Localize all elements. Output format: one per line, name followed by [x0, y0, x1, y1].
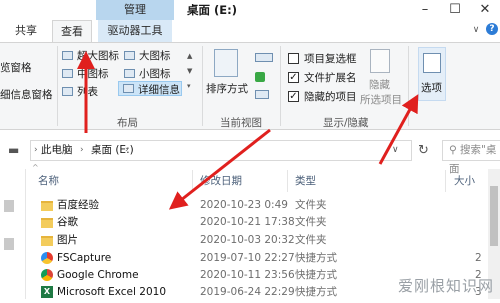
- help-icon[interactable]: ?: [486, 23, 498, 35]
- watermark: 爱刚根知识网: [397, 277, 494, 295]
- add-columns-icon[interactable]: [255, 72, 265, 82]
- ribbon-divider: [408, 46, 409, 126]
- details-icon: [123, 84, 134, 93]
- column-header-name[interactable]: 名称: [38, 170, 59, 192]
- ribbon-divider: [280, 46, 281, 126]
- close-button[interactable]: ✕: [470, 0, 500, 20]
- folder-icon: [41, 218, 53, 228]
- breadcrumb-separator-icon: ›: [34, 145, 38, 155]
- file-type: 快捷方式: [295, 286, 337, 298]
- column-divider[interactable]: [192, 170, 193, 192]
- file-date: 2019-06-24 22:29: [200, 286, 295, 298]
- folder-icon: [41, 236, 53, 246]
- tab-view[interactable]: 查看: [52, 20, 92, 42]
- column-header-date[interactable]: 修改日期: [200, 170, 242, 192]
- ribbon-divider: [202, 46, 203, 126]
- medium-icons-icon: [62, 69, 73, 78]
- large-icons-icon: [124, 51, 135, 60]
- small-icons-icon: [124, 69, 135, 78]
- collapse-ribbon-icon[interactable]: ∨: [470, 24, 482, 36]
- manage-context-tab[interactable]: 管理: [96, 0, 174, 20]
- nav-pane-item[interactable]: [4, 200, 14, 212]
- window-title: 桌面 (E:): [187, 3, 237, 17]
- list-icon: [62, 87, 73, 96]
- maximize-button[interactable]: ☐: [440, 0, 470, 20]
- current-view-group-label: 当前视图: [220, 117, 262, 129]
- chrome-icon: [41, 269, 53, 281]
- breadcrumb-this-pc[interactable]: 此电脑: [41, 140, 73, 161]
- sort-by-icon: [214, 49, 238, 77]
- scrollbar-thumb[interactable]: [490, 186, 498, 246]
- search-input[interactable]: ⚲ 搜索"桌面: [442, 140, 500, 175]
- options-label[interactable]: 选项: [421, 80, 442, 95]
- fscapture-icon: [41, 252, 53, 264]
- group-by-icon[interactable]: [255, 53, 273, 62]
- file-extensions-label: 文件扩展名: [304, 72, 357, 84]
- address-dropdown-icon[interactable]: ∨: [392, 140, 399, 161]
- minimize-button[interactable]: –: [410, 0, 440, 20]
- layout-small-icons[interactable]: 小图标: [139, 66, 171, 81]
- file-extensions-checkbox[interactable]: ✓: [288, 72, 299, 83]
- layout-group-label: 布局: [117, 117, 138, 129]
- drive-icon: ▬: [8, 143, 20, 157]
- ribbon: 览窗格 细信息窗格 超大图标 大图标 中图标 小图标 列表 详细信息 ▲ ▼ ▾ 布…: [0, 42, 500, 130]
- layout-medium-icons[interactable]: 中图标: [77, 66, 109, 81]
- column-header-type[interactable]: 类型: [295, 170, 316, 192]
- refresh-icon[interactable]: ↻: [418, 141, 429, 160]
- file-name: Microsoft Excel 2010: [57, 286, 166, 298]
- show-hide-group-label: 显示/隐藏: [323, 117, 369, 129]
- details-pane-button[interactable]: 细信息窗格: [0, 87, 53, 102]
- item-checkboxes-checkbox[interactable]: [288, 53, 299, 64]
- search-icon: ⚲: [449, 144, 457, 156]
- address-field[interactable]: [30, 140, 412, 161]
- layout-large-icons[interactable]: 大图标: [139, 48, 171, 63]
- hide-selected-icon: [370, 49, 390, 73]
- column-header-size[interactable]: 大小: [454, 170, 475, 192]
- excel-icon: X: [41, 286, 53, 298]
- nav-pane-item[interactable]: [4, 238, 14, 250]
- layout-scroll-icon[interactable]: ▲ ▼ ▾: [187, 49, 195, 99]
- preview-pane-button[interactable]: 览窗格: [0, 60, 32, 75]
- hidden-items-label: 隐藏的项目: [304, 91, 357, 103]
- layout-list[interactable]: 列表: [77, 84, 98, 99]
- folder-icon: [41, 201, 53, 211]
- layout-details[interactable]: 详细信息: [138, 82, 180, 97]
- hidden-items-checkbox[interactable]: ✓: [288, 91, 299, 102]
- navigation-pane[interactable]: [0, 169, 26, 299]
- tab-drive-tools[interactable]: 驱动器工具: [98, 20, 172, 42]
- breadcrumb-separator-icon: ›: [125, 145, 129, 155]
- ribbon-divider: [57, 46, 58, 126]
- hide-selected-label[interactable]: 所选项目: [360, 92, 402, 107]
- item-checkboxes-label: 项目复选框: [304, 53, 357, 65]
- hide-button[interactable]: 隐藏: [369, 77, 390, 92]
- layout-extra-large-icons[interactable]: 超大图标: [77, 48, 119, 63]
- column-divider[interactable]: [287, 170, 288, 192]
- sort-by-button[interactable]: 排序方式: [206, 81, 248, 96]
- size-columns-icon[interactable]: [255, 90, 269, 99]
- breadcrumb-separator-icon: ›: [80, 145, 84, 155]
- extra-large-icons-icon: [62, 51, 73, 60]
- options-icon: [423, 53, 441, 73]
- tab-share[interactable]: 共享: [8, 20, 44, 42]
- column-divider[interactable]: [445, 170, 446, 192]
